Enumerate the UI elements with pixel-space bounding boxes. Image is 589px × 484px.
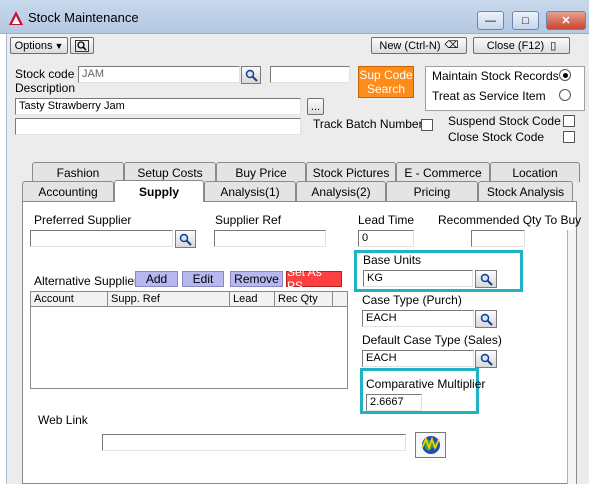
- case-type-search-button[interactable]: [475, 310, 497, 328]
- options-label: Options: [14, 39, 53, 52]
- close-window-button[interactable]: ✕: [546, 11, 586, 30]
- default-case-type-input[interactable]: EACH: [362, 350, 474, 367]
- preferred-supplier-search-button[interactable]: [175, 230, 196, 248]
- sup-code-line2: Search: [366, 82, 406, 96]
- column-supp-ref[interactable]: Supp. Ref: [108, 292, 230, 306]
- alternative-suppliers-label: Alternative Suppliers: [34, 274, 145, 288]
- tab-fashion[interactable]: Fashion: [32, 162, 124, 182]
- tab-buy-price[interactable]: Buy Price: [216, 162, 306, 182]
- eraser-icon: ⌫: [444, 40, 459, 51]
- search-icon: [480, 273, 493, 286]
- stock-code-label: Stock code: [15, 67, 75, 81]
- comparative-multiplier-input[interactable]: 2.6667: [366, 394, 422, 411]
- column-account[interactable]: Account: [31, 292, 108, 306]
- tab-supply[interactable]: Supply: [114, 180, 204, 202]
- supplier-ref-input[interactable]: [214, 230, 326, 247]
- set-as-ps-button[interactable]: Set As PS: [286, 265, 342, 293]
- search-icon: [245, 69, 258, 82]
- tab-e-commerce[interactable]: E - Commerce: [396, 162, 490, 182]
- maximize-button[interactable]: □: [512, 11, 539, 30]
- close-icon: ✕: [561, 15, 571, 27]
- dropdown-arrow-icon: ▼: [54, 40, 64, 51]
- minimize-button[interactable]: —: [477, 11, 504, 30]
- recommended-qty-input[interactable]: [471, 230, 525, 247]
- base-units-input[interactable]: KG: [363, 270, 473, 287]
- tab-setup-costs[interactable]: Setup Costs: [124, 162, 216, 182]
- edit-supplier-button[interactable]: Edit: [182, 271, 224, 287]
- sup-code-line1: Sup Code: [359, 68, 413, 82]
- web-link-label: Web Link: [38, 413, 88, 427]
- base-units-label: Base Units: [363, 253, 422, 267]
- tab-accounting[interactable]: Accounting: [22, 181, 114, 201]
- stock-code-extra-input[interactable]: [270, 66, 350, 83]
- magnifier-icon: [75, 39, 89, 52]
- remove-supplier-button[interactable]: Remove: [230, 271, 283, 287]
- maximize-icon: □: [522, 14, 529, 27]
- window-title: Stock Maintenance: [28, 10, 139, 25]
- tab-pricing[interactable]: Pricing: [386, 181, 478, 201]
- stock-code-input[interactable]: JAM: [78, 66, 240, 83]
- tab-location[interactable]: Location: [490, 162, 580, 182]
- web-link-input[interactable]: [102, 434, 406, 451]
- description-input[interactable]: Tasty Strawberry Jam: [15, 98, 301, 115]
- preferred-supplier-label: Preferred Supplier: [34, 213, 132, 227]
- maintain-records-radio[interactable]: [559, 69, 571, 81]
- preferred-supplier-input[interactable]: [30, 230, 173, 247]
- column-lead[interactable]: Lead: [230, 292, 275, 306]
- lead-time-input[interactable]: 0: [358, 230, 414, 247]
- sup-code-search-button[interactable]: Sup Code Search: [358, 66, 414, 98]
- case-type-input[interactable]: EACH: [362, 310, 474, 327]
- description2-input[interactable]: [15, 118, 301, 135]
- description-label: Description: [15, 81, 76, 95]
- add-supplier-button[interactable]: Add: [135, 271, 178, 287]
- app-logo-icon: [8, 10, 24, 26]
- search-icon: [480, 353, 493, 366]
- close-stock-label: Close Stock Code: [448, 130, 545, 144]
- search-icon: [179, 233, 192, 246]
- case-type-label: Case Type (Purch): [362, 293, 462, 307]
- comparative-multiplier-label: Comparative Multiplier: [366, 377, 486, 391]
- new-label: New (Ctrl-N): [379, 39, 441, 52]
- column-rec-qty[interactable]: Rec Qty: [275, 292, 333, 306]
- base-units-search-button[interactable]: [475, 270, 497, 288]
- tab-stock-pictures[interactable]: Stock Pictures: [306, 162, 396, 182]
- tab-analysis-1[interactable]: Analysis(1): [204, 181, 296, 201]
- door-icon: ▯: [550, 40, 557, 52]
- close-label: Close (F12): [486, 39, 545, 52]
- close-stock-checkbox[interactable]: [563, 131, 575, 143]
- new-button[interactable]: New (Ctrl-N) ⌫: [371, 37, 467, 54]
- suspend-checkbox[interactable]: [563, 115, 575, 127]
- suspend-label: Suspend Stock Code: [448, 114, 561, 128]
- maintain-records-label: Maintain Stock Records: [432, 69, 559, 83]
- grid-header: Account Supp. Ref Lead Rec Qty: [30, 291, 348, 307]
- description-ellipsis-button[interactable]: ...: [307, 98, 324, 115]
- open-web-link-button[interactable]: [415, 432, 446, 458]
- tab-stock-analysis[interactable]: Stock Analysis: [478, 181, 573, 201]
- find-button[interactable]: [70, 37, 94, 54]
- default-case-type-search-button[interactable]: [475, 350, 497, 368]
- tab-analysis-2[interactable]: Analysis(2): [296, 181, 386, 201]
- search-icon: [480, 313, 493, 326]
- recommended-qty-label: Recommended Qty To Buy: [438, 213, 582, 227]
- minimize-icon: —: [485, 14, 496, 27]
- stock-code-search-button[interactable]: [241, 66, 261, 84]
- track-batch-label: Track Batch Numbers: [313, 117, 429, 131]
- panel-scrollbar[interactable]: [567, 230, 576, 484]
- service-item-radio[interactable]: [559, 89, 571, 101]
- service-item-label: Treat as Service Item: [432, 89, 546, 103]
- default-case-type-label: Default Case Type (Sales): [362, 333, 502, 347]
- track-batch-checkbox[interactable]: [421, 119, 433, 131]
- lead-time-label: Lead Time: [358, 213, 415, 227]
- close-button[interactable]: Close (F12) ▯: [473, 37, 570, 54]
- options-menu-button[interactable]: Options ▼: [10, 37, 68, 54]
- supplier-ref-label: Supplier Ref: [215, 213, 282, 227]
- web-globe-icon: [420, 436, 440, 454]
